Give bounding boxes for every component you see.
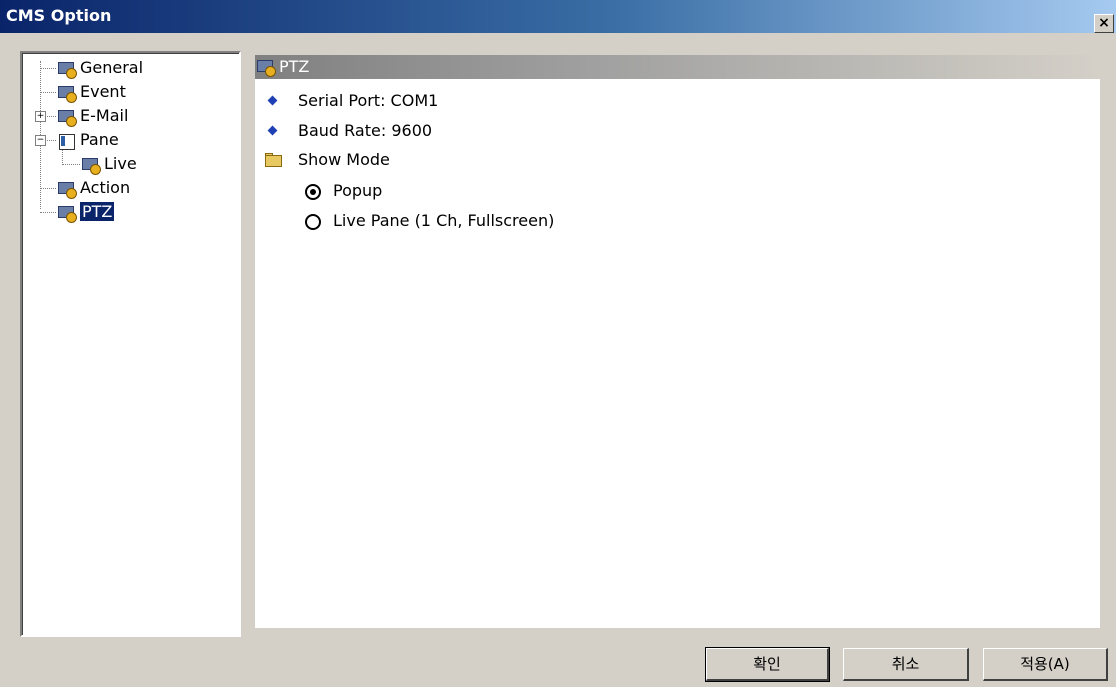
property-bullet-icon <box>267 125 278 136</box>
settings-icon <box>58 181 77 199</box>
radio-popup[interactable] <box>305 184 321 200</box>
collapse-icon[interactable]: − <box>35 135 46 146</box>
tree-item-event[interactable]: Event <box>58 81 126 103</box>
baud-rate-property[interactable]: Baud Rate: 9600 <box>298 119 432 143</box>
tree-line <box>40 188 56 189</box>
tree-item-label: Live <box>104 154 137 173</box>
title-bar: CMS Option × <box>0 0 1116 33</box>
option-tree[interactable]: General Event + E-Mail − Pane Live Actio… <box>20 51 241 637</box>
tree-line <box>40 68 56 69</box>
pane-icon <box>58 133 76 150</box>
close-icon: × <box>1098 15 1110 31</box>
settings-icon <box>58 205 77 223</box>
tree-item-live[interactable]: Live <box>82 153 137 175</box>
tree-line <box>62 149 63 163</box>
tree-item-label: Event <box>80 82 126 101</box>
tree-line <box>62 164 80 165</box>
panel-header: PTZ <box>255 55 1100 79</box>
tree-item-ptz[interactable]: PTZ <box>58 201 116 223</box>
close-button[interactable]: × <box>1094 14 1114 33</box>
show-mode-group: Show Mode <box>298 150 390 169</box>
tree-item-email[interactable]: E-Mail <box>58 105 128 127</box>
tree-item-label: E-Mail <box>80 106 129 125</box>
ok-button[interactable]: 확인 <box>705 647 830 682</box>
tree-item-label: PTZ <box>78 201 116 222</box>
window-title: CMS Option <box>6 6 112 25</box>
settings-icon <box>58 109 77 127</box>
panel-title: PTZ <box>279 57 310 76</box>
property-bullet-icon <box>267 95 278 106</box>
settings-icon <box>58 61 77 79</box>
settings-icon <box>58 85 77 103</box>
tree-item-label: General <box>80 58 144 77</box>
settings-icon <box>82 157 101 175</box>
tree-item-label: Action <box>80 178 131 197</box>
property-panel: PTZ Serial Port: COM1 Baud Rate: 9600 Sh… <box>255 55 1100 628</box>
tree-item-action[interactable]: Action <box>58 177 130 199</box>
radio-popup-label[interactable]: Popup <box>333 179 382 203</box>
expand-icon[interactable]: + <box>35 111 46 122</box>
radio-live-pane[interactable] <box>305 214 321 230</box>
radio-live-pane-label[interactable]: Live Pane (1 Ch, Fullscreen) <box>333 209 554 233</box>
tree-line <box>40 92 56 93</box>
folder-icon <box>265 153 282 167</box>
settings-icon <box>257 59 276 77</box>
apply-button[interactable]: 적용(A) <box>983 648 1108 681</box>
tree-item-label: Pane <box>80 130 119 149</box>
tree-item-general[interactable]: General <box>58 57 143 79</box>
cancel-button[interactable]: 취소 <box>843 648 969 681</box>
tree-line <box>40 212 56 213</box>
serial-port-property[interactable]: Serial Port: COM1 <box>298 89 438 113</box>
tree-item-pane[interactable]: Pane <box>58 129 119 151</box>
